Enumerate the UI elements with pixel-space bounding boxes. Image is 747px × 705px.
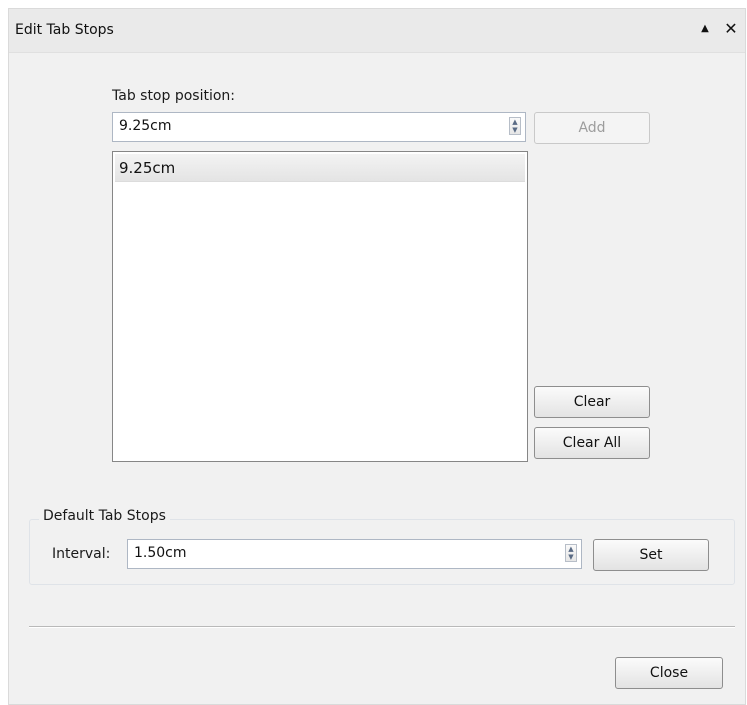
dialog-title: Edit Tab Stops [15,22,114,38]
tab-stop-position-value: 9.25cm [119,118,172,134]
tab-stop-position-input[interactable]: 9.25cm ▲ ▼ [112,112,526,142]
clear-all-button[interactable]: Clear All [534,427,650,459]
set-button[interactable]: Set [593,539,709,571]
close-button[interactable]: Close [615,657,723,689]
clear-button[interactable]: Clear [534,386,650,418]
list-item-label: 9.25cm [119,159,176,177]
close-icon[interactable]: ✕ [721,19,741,39]
list-item[interactable]: 9.25cm [115,154,525,182]
tab-stop-list[interactable]: 9.25cm [112,151,528,462]
title-bar: Edit Tab Stops ▲ ✕ [9,9,745,53]
add-button[interactable]: Add [534,112,650,144]
edit-tab-stops-dialog: Edit Tab Stops ▲ ✕ Tab stop position: 9.… [8,8,746,705]
spin-arrows-icon[interactable]: ▲ ▼ [509,117,521,135]
interval-label: Interval: [52,546,111,562]
interval-value: 1.50cm [134,545,187,561]
collapse-icon[interactable]: ▲ [695,19,715,39]
tab-stop-position-label: Tab stop position: [112,88,236,104]
interval-input[interactable]: 1.50cm ▲ ▼ [127,539,582,569]
spin-arrows-icon[interactable]: ▲ ▼ [565,544,577,562]
default-tab-stops-title: Default Tab Stops [39,508,170,524]
divider [29,626,735,628]
